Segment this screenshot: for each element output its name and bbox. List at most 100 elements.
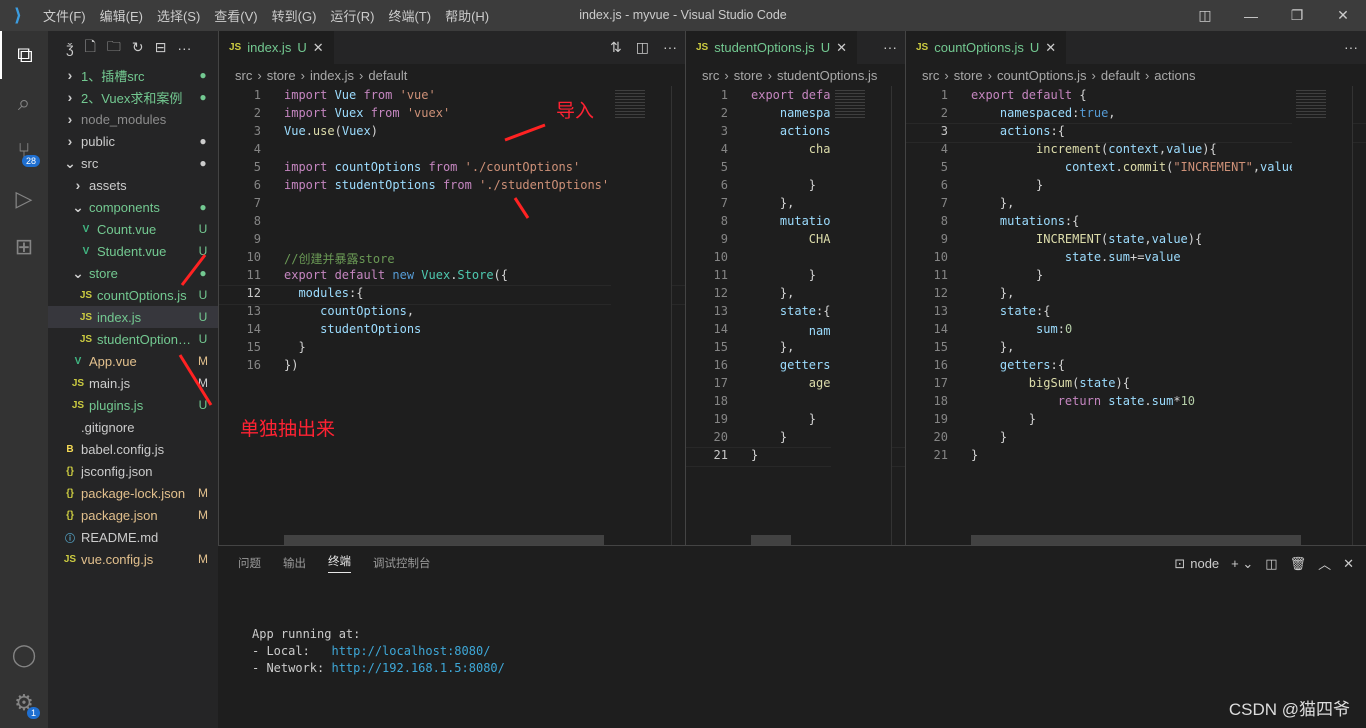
restore-button[interactable]: ❐ (1274, 0, 1320, 31)
close-button[interactable]: ✕ (1320, 0, 1366, 31)
run-debug-icon[interactable]: ▷ (0, 175, 48, 223)
close-tab-icon[interactable]: ✕ (313, 40, 324, 56)
extensions-icon[interactable]: ⊞ (0, 223, 48, 271)
maximize-panel-icon[interactable]: ︿ (1318, 554, 1331, 573)
terminal-line: - Network: (252, 661, 332, 675)
minimize-button[interactable]: — (1228, 0, 1274, 31)
breadcrumb-item[interactable]: store (734, 68, 763, 83)
vertical-scrollbar[interactable] (1352, 86, 1366, 545)
breadcrumb-item[interactable]: default (1101, 68, 1140, 83)
settings-gear-icon[interactable]: ⚙ 1 (0, 679, 48, 727)
split-terminal-icon[interactable]: ◫ (1265, 556, 1277, 572)
breadcrumb-item[interactable]: store (954, 68, 983, 83)
horizontal-scrollbar[interactable] (751, 535, 791, 545)
tree-item[interactable]: ⌄ store ● (48, 262, 218, 284)
menu-item[interactable]: 查看(V) (214, 9, 257, 24)
collapse-icon[interactable]: ǯ (66, 40, 74, 56)
tab-label: studentOptions.js (714, 40, 815, 55)
tree-item[interactable]: JS vue.config.js M (48, 548, 218, 570)
more-actions-icon[interactable]: ··· (1344, 39, 1358, 55)
panel-tab[interactable]: 问题 (238, 555, 261, 571)
terminal-selector[interactable]: ⊡ node (1174, 556, 1219, 572)
search-icon[interactable]: ⌕ (0, 79, 48, 127)
close-tab-icon[interactable]: ✕ (836, 40, 847, 56)
tree-item[interactable]: V App.vue M (48, 350, 218, 372)
vertical-scrollbar[interactable] (891, 86, 905, 545)
tree-item[interactable]: Bbabel.config.js (48, 438, 218, 460)
code-text: }, (728, 286, 794, 304)
trash-icon[interactable]: 🗑 (1290, 556, 1307, 572)
tree-item[interactable]: ⌄ src ● (48, 152, 218, 174)
split-editor-icon[interactable]: ◫ (636, 39, 649, 56)
account-icon[interactable]: ◯ (0, 631, 48, 679)
new-terminal-icon[interactable]: + ⌄ (1231, 556, 1253, 572)
git-status: ● (199, 90, 207, 104)
breadcrumb-item[interactable]: actions (1154, 68, 1195, 83)
tree-item[interactable]: JS index.js U (48, 306, 218, 328)
menu-item[interactable]: 终端(T) (388, 9, 431, 24)
breadcrumb-item[interactable]: src (702, 68, 719, 83)
menu-item[interactable]: 选择(S) (157, 9, 200, 24)
horizontal-scrollbar[interactable] (284, 535, 604, 545)
tree-item[interactable]: JS plugins.js U (48, 394, 218, 416)
layout-icon[interactable]: ◫ (1182, 0, 1228, 31)
breadcrumb-item[interactable]: countOptions.js (997, 68, 1087, 83)
menu-item[interactable]: 转到(G) (272, 9, 317, 24)
tree-item[interactable]: {} package-lock.json M (48, 482, 218, 504)
editor-tab[interactable]: JS countOptions.js U ✕ (906, 31, 1067, 64)
tree-item[interactable]: JS main.js M (48, 372, 218, 394)
minimap[interactable] (831, 86, 891, 545)
refresh-icon[interactable]: ↻ (132, 39, 144, 56)
panel-tab[interactable]: 调试控制台 (373, 555, 431, 571)
tree-item[interactable]: › 1、插槽src ● (48, 64, 218, 86)
code-text: modules:{ (261, 286, 363, 304)
menu-item[interactable]: 编辑(E) (100, 9, 143, 24)
tree-item[interactable]: JS studentOptions.js U (48, 328, 218, 350)
more-actions-icon[interactable]: ··· (883, 39, 897, 55)
panel-tab[interactable]: 输出 (283, 555, 306, 571)
network-url-link[interactable]: http://192.168.1.5:8080/ (331, 661, 504, 675)
code-token: true (1079, 106, 1109, 120)
tree-item[interactable]: › assets (48, 174, 218, 196)
tree-item[interactable]: {} jsconfig.json (48, 460, 218, 482)
tree-item[interactable]: V Count.vue U (48, 218, 218, 240)
tree-item[interactable]: ⓘ README.md (48, 526, 218, 548)
breadcrumb-item[interactable]: studentOptions.js (777, 68, 877, 83)
vertical-scrollbar[interactable] (671, 86, 685, 545)
horizontal-scrollbar[interactable] (971, 535, 1301, 545)
source-control-icon[interactable]: ⑂ 28 (0, 127, 48, 175)
tree-item[interactable]: › 2、Vuex求和案例 ● (48, 86, 218, 108)
tree-item[interactable]: {} package.json M (48, 504, 218, 526)
close-tab-icon[interactable]: ✕ (1045, 40, 1056, 56)
breadcrumb-item[interactable]: default (368, 68, 407, 83)
more-actions-icon[interactable]: ··· (663, 39, 677, 56)
menu-item[interactable]: 文件(F) (43, 9, 86, 24)
local-url-link[interactable]: http://localhost:8080/ (331, 644, 490, 658)
editor-tab[interactable]: JS studentOptions.js U ✕ (686, 31, 857, 64)
close-panel-icon[interactable]: ✕ (1343, 556, 1354, 572)
breadcrumb-item[interactable]: store (267, 68, 296, 83)
editor-tab[interactable]: JS index.js U ✕ (219, 31, 334, 64)
new-file-icon[interactable]: 🗋 (85, 36, 96, 60)
tree-item[interactable]: .gitignore (48, 416, 218, 438)
more-icon[interactable]: ··· (177, 40, 191, 56)
menu-item[interactable]: 运行(R) (330, 9, 374, 24)
panel-tab[interactable]: 终端 (328, 553, 351, 573)
menu-item[interactable]: 帮助(H) (445, 9, 489, 24)
line-number: 19 (933, 412, 948, 426)
breadcrumb: src › store › countOptions.js › default › action… (906, 64, 1366, 86)
tree-item[interactable]: › node_modules (48, 108, 218, 130)
tree-item[interactable]: ⌄ components ● (48, 196, 218, 218)
tree-item[interactable]: JS countOptions.js U (48, 284, 218, 306)
new-folder-icon[interactable]: 🗀 (107, 36, 121, 60)
collapse-all-icon[interactable]: ⊟ (155, 39, 167, 56)
minimap[interactable] (1292, 86, 1352, 545)
tree-item[interactable]: › public ● (48, 130, 218, 152)
breadcrumb-item[interactable]: index.js (310, 68, 354, 83)
explorer-icon[interactable]: ⧉ (0, 31, 48, 79)
compare-changes-icon[interactable]: ⇅ (610, 39, 622, 56)
minimap[interactable] (611, 86, 671, 545)
tree-item[interactable]: V Student.vue U (48, 240, 218, 262)
breadcrumb-item[interactable]: src (922, 68, 939, 83)
breadcrumb-item[interactable]: src (235, 68, 252, 83)
